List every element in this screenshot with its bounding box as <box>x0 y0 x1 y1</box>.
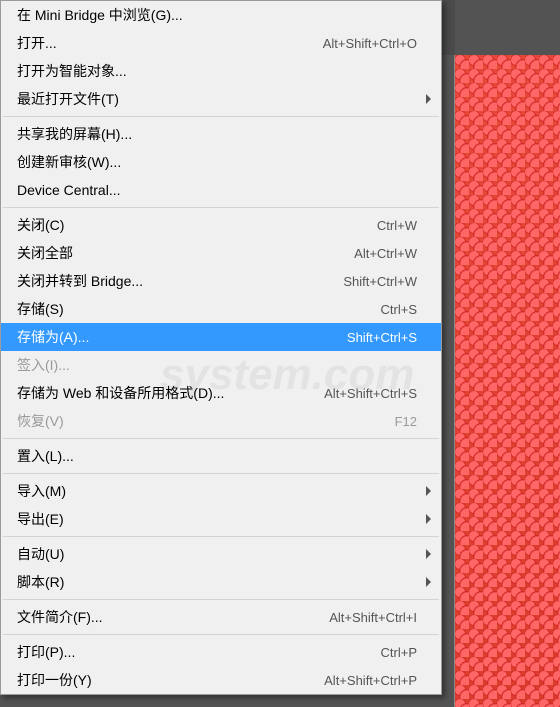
menu-separator <box>3 536 439 537</box>
menu-label: 置入(L)... <box>17 446 74 466</box>
menu-item-save-web[interactable]: 存储为 Web 和设备所用格式(D)... Alt+Shift+Ctrl+S <box>1 379 441 407</box>
menu-item-new-review[interactable]: 创建新审核(W)... <box>1 148 441 176</box>
menu-item-recent[interactable]: 最近打开文件(T) <box>1 85 441 113</box>
menu-label: 在 Mini Bridge 中浏览(G)... <box>17 5 183 25</box>
menu-label: 关闭全部 <box>17 243 73 263</box>
menu-separator <box>3 473 439 474</box>
menu-label: 存储为(A)... <box>17 327 89 347</box>
shortcut: Alt+Ctrl+W <box>354 246 417 261</box>
menu-item-revert: 恢复(V) F12 <box>1 407 441 435</box>
menu-label: 存储为 Web 和设备所用格式(D)... <box>17 383 224 403</box>
menu-item-scripts[interactable]: 脚本(R) <box>1 568 441 596</box>
menu-item-close-bridge[interactable]: 关闭并转到 Bridge... Shift+Ctrl+W <box>1 267 441 295</box>
menu-label: 打开为智能对象... <box>17 61 127 81</box>
menu-item-browse-minibridge[interactable]: 在 Mini Bridge 中浏览(G)... <box>1 1 441 29</box>
file-menu: 在 Mini Bridge 中浏览(G)... 打开... Alt+Shift+C… <box>0 0 442 695</box>
menu-label: 自动(U) <box>17 544 64 564</box>
menu-label: 脚本(R) <box>17 572 64 592</box>
menu-label: 存储(S) <box>17 299 64 319</box>
menu-item-close[interactable]: 关闭(C) Ctrl+W <box>1 211 441 239</box>
shortcut: Alt+Shift+Ctrl+O <box>323 36 417 51</box>
shortcut: Alt+Shift+Ctrl+S <box>324 386 417 401</box>
shortcut: Ctrl+S <box>381 302 417 317</box>
shortcut: Shift+Ctrl+S <box>347 330 417 345</box>
menu-separator <box>3 438 439 439</box>
menu-item-automate[interactable]: 自动(U) <box>1 540 441 568</box>
menu-separator <box>3 634 439 635</box>
menu-separator <box>3 599 439 600</box>
menu-item-place[interactable]: 置入(L)... <box>1 442 441 470</box>
menu-label: 共享我的屏幕(H)... <box>17 124 132 144</box>
shortcut: Shift+Ctrl+W <box>343 274 417 289</box>
shortcut: F12 <box>395 414 417 429</box>
document-canvas <box>454 55 560 707</box>
shortcut: Ctrl+P <box>381 645 417 660</box>
menu-item-save[interactable]: 存储(S) Ctrl+S <box>1 295 441 323</box>
menu-label: 关闭(C) <box>17 215 64 235</box>
menu-label: 创建新审核(W)... <box>17 152 121 172</box>
menu-item-import[interactable]: 导入(M) <box>1 477 441 505</box>
menu-item-print-one[interactable]: 打印一份(Y) Alt+Shift+Ctrl+P <box>1 666 441 694</box>
shortcut: Alt+Shift+Ctrl+P <box>324 673 417 688</box>
menu-item-print[interactable]: 打印(P)... Ctrl+P <box>1 638 441 666</box>
menu-item-share-screen[interactable]: 共享我的屏幕(H)... <box>1 120 441 148</box>
menu-item-file-info[interactable]: 文件简介(F)... Alt+Shift+Ctrl+I <box>1 603 441 631</box>
menu-label: 打印一份(Y) <box>17 670 92 690</box>
menu-label: Device Central... <box>17 182 120 198</box>
menu-item-open[interactable]: 打开... Alt+Shift+Ctrl+O <box>1 29 441 57</box>
menu-label: 打印(P)... <box>17 642 75 662</box>
menu-label: 打开... <box>17 33 57 53</box>
shortcut: Alt+Shift+Ctrl+I <box>329 610 417 625</box>
menu-label: 签入(I)... <box>17 355 70 375</box>
menu-item-export[interactable]: 导出(E) <box>1 505 441 533</box>
menu-separator <box>3 207 439 208</box>
menu-label: 导出(E) <box>17 509 64 529</box>
menu-label: 恢复(V) <box>17 411 64 431</box>
menu-item-close-all[interactable]: 关闭全部 Alt+Ctrl+W <box>1 239 441 267</box>
menu-item-device-central[interactable]: Device Central... <box>1 176 441 204</box>
menu-label: 导入(M) <box>17 481 66 501</box>
menu-item-check-in: 签入(I)... <box>1 351 441 379</box>
menu-label: 关闭并转到 Bridge... <box>17 271 143 291</box>
menu-item-save-as[interactable]: 存储为(A)... Shift+Ctrl+S <box>1 323 441 351</box>
shortcut: Ctrl+W <box>377 218 417 233</box>
menu-item-open-smart[interactable]: 打开为智能对象... <box>1 57 441 85</box>
menu-label: 最近打开文件(T) <box>17 89 119 109</box>
menu-label: 文件简介(F)... <box>17 607 103 627</box>
menu-separator <box>3 116 439 117</box>
